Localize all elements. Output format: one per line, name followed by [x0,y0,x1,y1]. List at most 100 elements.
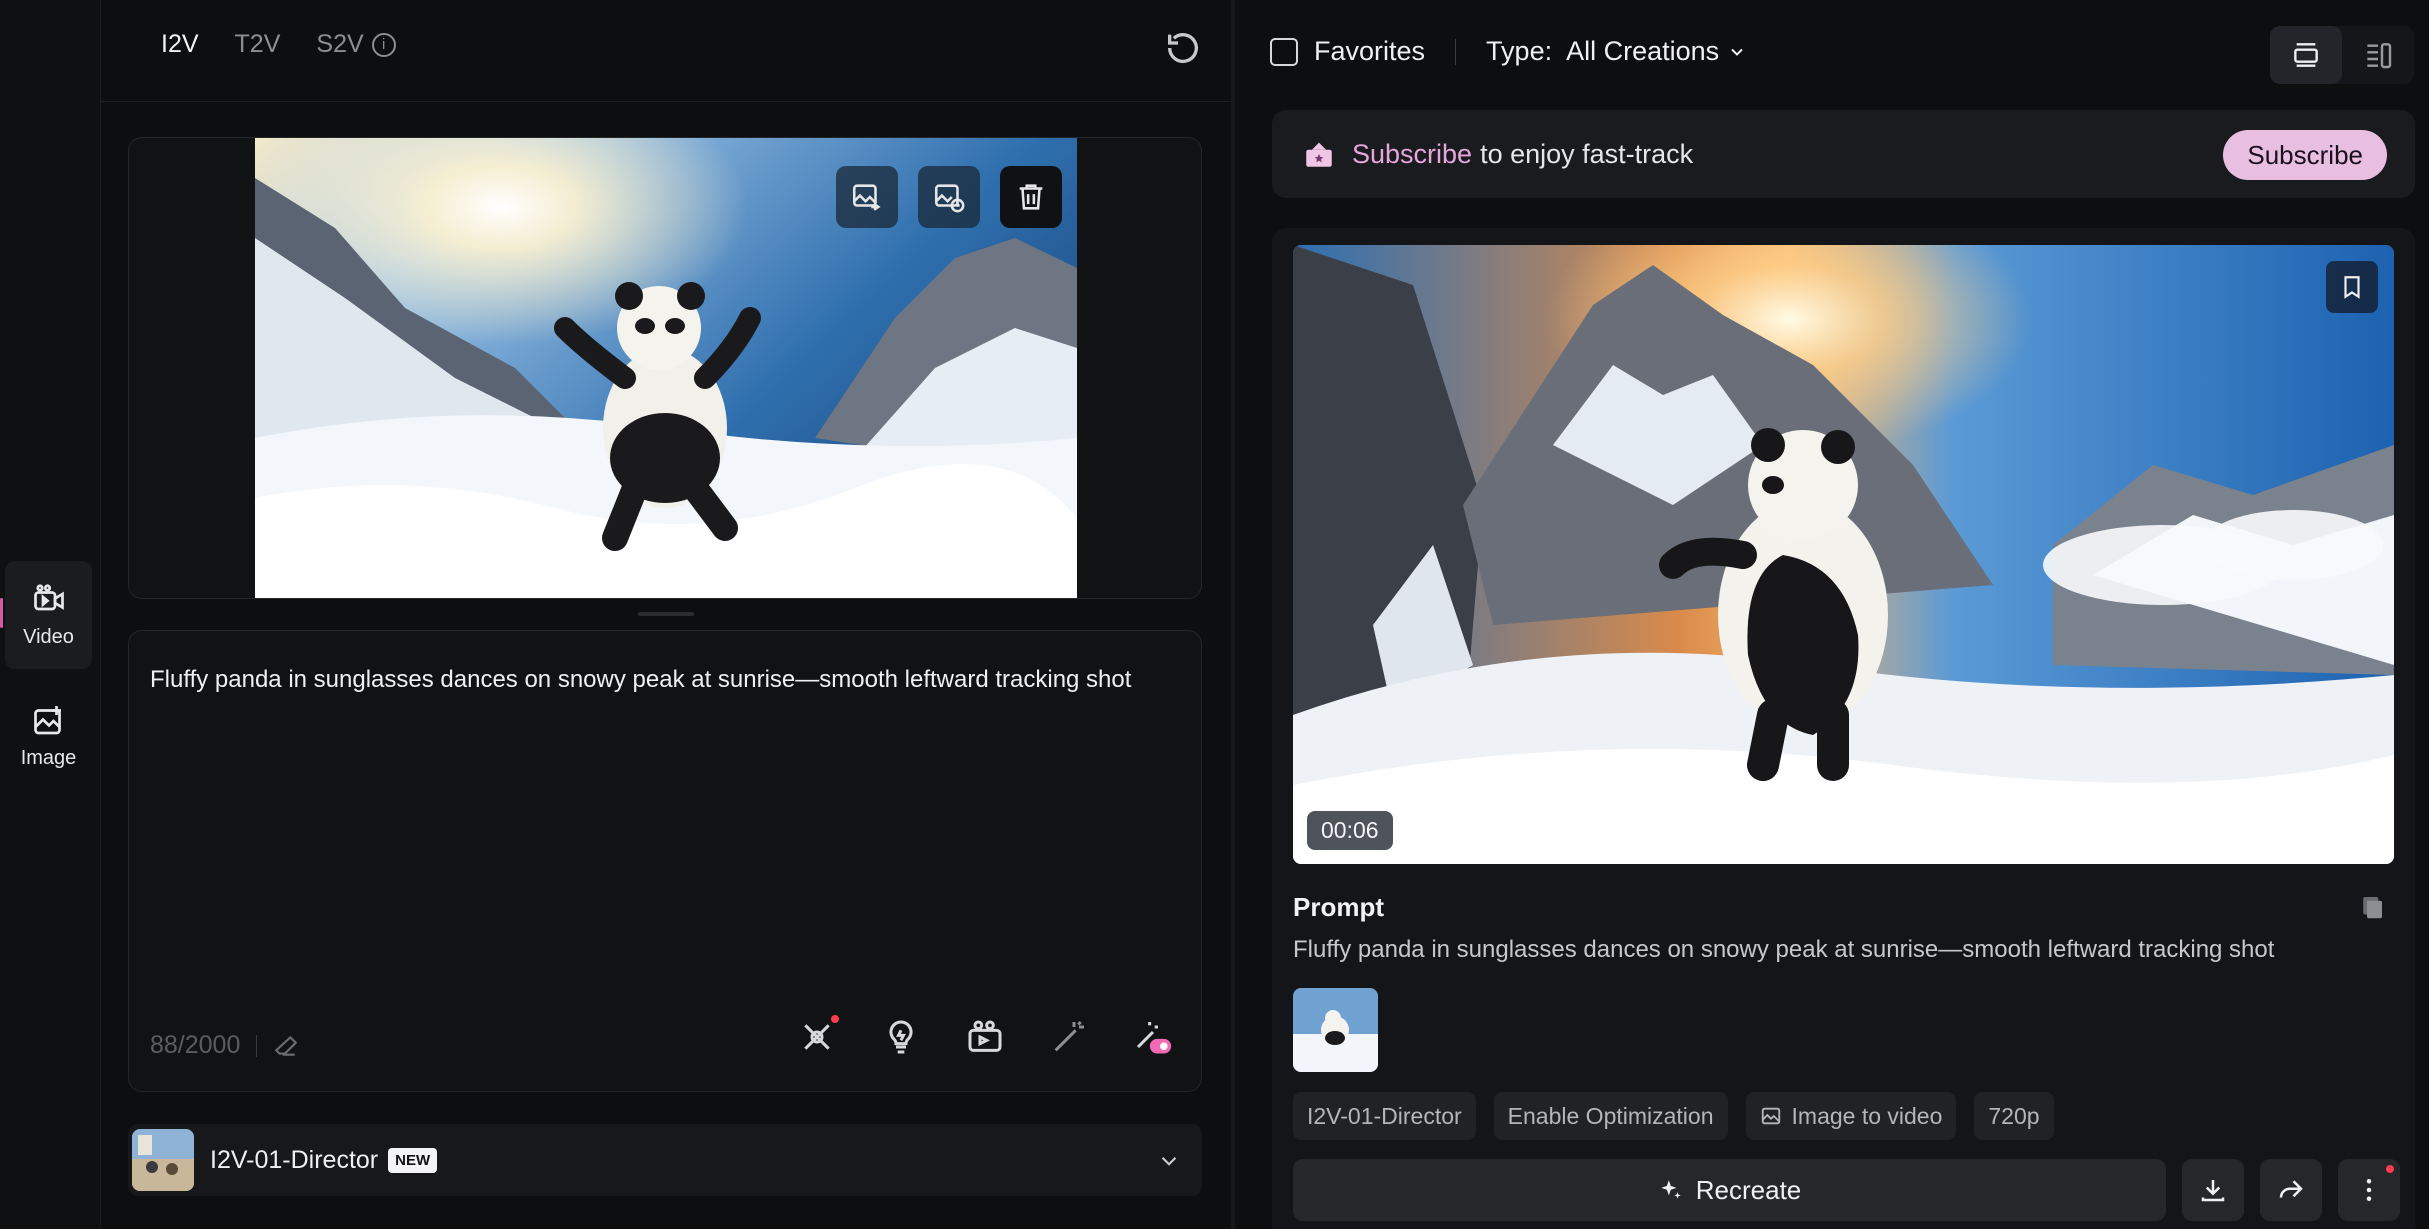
video-player[interactable]: 00:06 MINIMAX | Hailuo AI [1293,245,2394,864]
favorites-label[interactable]: Favorites [1314,36,1425,67]
notification-dot [2386,1165,2394,1173]
watermark: MINIMAX | Hailuo AI [2163,814,2370,838]
type-dropdown[interactable]: All Creations [1566,36,1747,67]
nav-rail: Video Image [0,0,101,1229]
tab-t2v[interactable]: T2V [235,30,281,59]
subscribe-banner: Subscribe to enjoy fast-track Subscribe [1272,110,2415,198]
watermark-hailuo: Hailuo AI [2279,814,2370,837]
share-button[interactable] [2260,1159,2322,1221]
info-icon[interactable]: i [371,33,396,58]
prompt-heading: Prompt [1293,892,1384,922]
image-toolbar [836,166,1062,228]
image-history-button[interactable] [918,166,980,228]
prompt-editor[interactable]: Fluffy panda in sunglasses dances on sno… [128,630,1202,1092]
magic-wand-button[interactable] [1049,1017,1089,1057]
model-selector[interactable]: I2V-01-Director NEW [128,1124,1202,1196]
inspiration-button[interactable] [881,1017,921,1057]
tab-s2v-wrap: S2V i [316,30,396,59]
tab-s2v[interactable]: S2V [316,30,363,58]
list-view-icon [2294,43,2318,67]
mode-tabs: I2V T2V S2V i [161,30,396,59]
model-thumbnail [132,1129,194,1191]
generation-tags: I2V-01-Director Enable Optimization Imag… [1293,1092,2054,1140]
recreate-label: Recreate [1695,1174,1802,1205]
resize-handle[interactable] [638,612,694,616]
optimize-toggle-button[interactable] [1133,1017,1173,1057]
magic-wand-icon [1054,1020,1084,1052]
prompt-toolbar [797,1015,1173,1057]
results-panel: Favorites Type: All Creations Subscribe … [1235,0,2429,1229]
eraser-icon[interactable] [273,1033,299,1059]
lightbulb-icon [889,1020,913,1054]
camera-movement-button[interactable] [965,1017,1005,1057]
tag-mode: Image to video [1745,1092,1957,1140]
rail-item-image[interactable]: Image [5,682,92,790]
view-toggle [2270,26,2414,84]
divider: | [2263,814,2270,837]
prompt-text: Fluffy panda in sunglasses dances on sno… [1293,936,2275,963]
rail-item-label: Video [23,625,74,648]
divider [1455,38,1457,65]
divider [256,1034,258,1057]
refresh-icon[interactable] [1163,28,1203,68]
bookmark-icon [2344,276,2360,299]
type-value: All Creations [1566,36,1720,66]
chevron-down-icon[interactable] [1156,1148,1182,1174]
delete-image-button[interactable] [1000,166,1062,228]
split-view-button[interactable] [2342,26,2414,84]
rail-item-video[interactable]: Video [5,561,92,669]
bookmark-button[interactable] [2326,261,2378,313]
download-icon [2201,1180,2225,1202]
type-label: Type: [1486,36,1553,66]
trash-icon [1019,184,1043,210]
recreate-button[interactable]: Recreate [1293,1159,2166,1221]
list-view-button[interactable] [2270,26,2342,84]
result-actions: Recreate [1293,1159,2403,1221]
divider [101,101,1231,102]
replace-image-button[interactable] [836,166,898,228]
tab-i2v[interactable]: I2V [161,30,199,59]
filter-bar: Favorites Type: All Creations [1270,36,1747,67]
model-name: I2V-01-Director [210,1145,379,1174]
char-counter: 88/2000 [150,1031,299,1060]
gift-icon [1306,142,1332,167]
ai-assist-button[interactable] [797,1015,839,1057]
tag-resolution: 720p [1974,1092,2054,1140]
active-indicator [0,598,3,628]
subscribe-link[interactable]: Subscribe [1352,139,1472,170]
camera-icon [968,1020,1002,1052]
watermark-minimax: MINIMAX [2162,814,2254,837]
split-view-icon [2367,43,2392,69]
more-vertical-icon [2366,1179,2372,1201]
image-clock-icon [934,184,965,213]
tag-optimization: Enable Optimization [1493,1092,1728,1140]
image-add-icon [33,705,61,734]
video-icon [33,583,64,610]
copy-icon[interactable] [2357,892,2387,922]
rail-item-label: Image [20,746,77,769]
image-swap-icon [852,184,881,211]
tag-model: I2V-01-Director [1293,1092,1476,1140]
new-badge: NEW [388,1147,438,1173]
more-options-button[interactable] [2338,1159,2400,1221]
source-image-thumbnail[interactable] [1293,988,1378,1072]
image-icon [1761,1107,1780,1125]
tag-mode-label: Image to video [1791,1102,1943,1129]
sparkle-x-icon [804,1024,830,1050]
video-duration: 00:06 [1307,811,1393,850]
favorites-checkbox[interactable] [1270,37,1298,66]
reference-image-card [128,137,1202,599]
notification-dot [831,1015,839,1023]
banner-text: to enjoy fast-track [1480,138,1694,169]
download-button[interactable] [2182,1159,2244,1221]
wand-toggle-icon [1136,1022,1172,1054]
chevron-down-icon [1731,48,1743,56]
reference-image [255,138,1077,598]
char-count: 88/2000 [150,1031,241,1059]
result-card: 00:06 MINIMAX | Hailuo AI Prompt Fluffy … [1272,228,2415,1229]
subscribe-button[interactable]: Subscribe [2223,130,2387,180]
sparkle-icon [1661,1180,1681,1199]
generator-panel: I2V T2V S2V i Fluffy panda in sunglasses… [101,0,1231,1229]
share-icon [2279,1180,2303,1198]
prompt-input[interactable]: Fluffy panda in sunglasses dances on sno… [150,663,1190,697]
